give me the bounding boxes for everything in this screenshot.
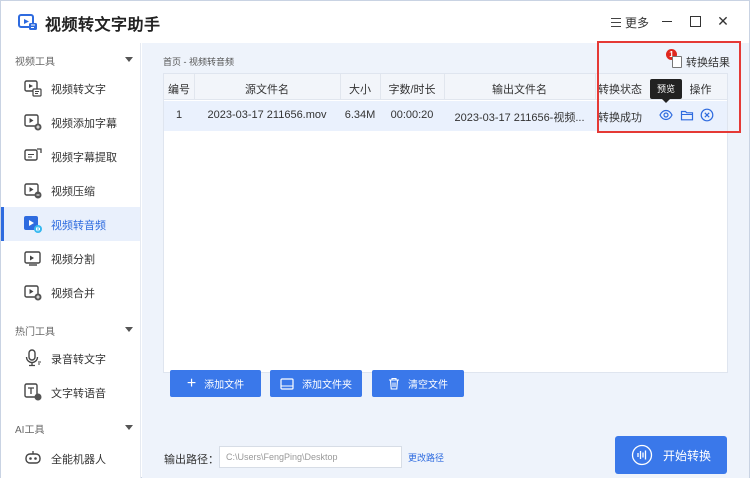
video-to-audio-icon <box>24 216 42 233</box>
cell-source-file: 2023-03-17 211656.mov <box>207 109 327 121</box>
sidebar-item-label: 文字转语音 <box>51 388 106 400</box>
minimize-button[interactable] <box>658 12 676 30</box>
sidebar-item-compress[interactable]: 视频压缩 <box>1 173 140 207</box>
document-icon <box>672 56 682 68</box>
trash-icon <box>389 377 399 390</box>
sidebar-item-robot[interactable]: 全能机器人 <box>1 441 140 475</box>
cell-status: 转换成功 <box>598 112 642 124</box>
sidebar-section-video-tools[interactable]: 视频工具 <box>1 47 141 71</box>
start-conversion-button[interactable]: 开始转换 <box>615 436 727 474</box>
section-label: 视频工具 <box>15 57 55 68</box>
robot-icon <box>25 451 41 464</box>
title-bar: 视频转文字助手 更多 ✕ <box>1 1 749 43</box>
sidebar-item-video-to-audio[interactable]: 视频转音频 <box>1 207 140 241</box>
delete-circle-icon[interactable] <box>700 108 714 122</box>
text-to-speech-icon <box>24 383 42 401</box>
sidebar-item-label: 视频合并 <box>51 288 95 300</box>
table-row[interactable]: 1 2023-03-17 211656.mov 6.34M 00:00:20 2… <box>164 101 727 131</box>
open-folder-icon[interactable] <box>680 108 694 122</box>
close-button[interactable]: ✕ <box>714 12 732 30</box>
output-path-label: 输出路径： <box>164 454 219 466</box>
section-label: AI工具 <box>15 425 45 436</box>
breadcrumb: 首页 - 视频转音频 <box>163 57 234 67</box>
caret-down-icon <box>125 57 133 62</box>
app-title: 视频转文字助手 <box>45 17 161 34</box>
sidebar-item-label: 录音转文字 <box>51 354 106 366</box>
add-subtitle-icon <box>24 114 42 131</box>
sidebar-item-label: 视频转文字 <box>51 84 106 96</box>
app-logo-icon <box>18 14 37 30</box>
split-icon <box>24 251 41 266</box>
conversion-result-button[interactable]: 转换结果 <box>672 54 730 70</box>
result-label: 转换结果 <box>686 57 730 69</box>
more-label: 更多 <box>625 16 650 30</box>
cell-output-file: 2023-03-17 211656-视频... <box>454 112 585 124</box>
merge-icon <box>24 285 42 301</box>
close-icon: ✕ <box>717 13 729 29</box>
compress-icon <box>24 183 42 199</box>
sidebar-item-label: 视频字幕提取 <box>51 152 117 164</box>
main-panel: 首页 - 视频转音频 1 转换结果 编号 源文件名 大小 字数/时长 输出文件名… <box>142 43 749 478</box>
clear-files-label: 清空文件 <box>408 380 448 391</box>
preview-eye-icon[interactable] <box>659 108 673 122</box>
sidebar-item-merge[interactable]: 视频合并 <box>1 275 140 309</box>
more-menu-button[interactable]: 更多 <box>611 14 649 31</box>
column-header: 转换状态 <box>598 84 642 96</box>
sidebar-item-label: 视频压缩 <box>51 186 95 198</box>
column-header: 输出文件名 <box>492 84 547 96</box>
sidebar: 视频工具 视频转文字 视频添加字幕 视频字幕提取 视频压缩 视频转音频 视频分割 <box>1 43 141 478</box>
add-file-label: 添加文件 <box>204 380 245 391</box>
app-window: 视频转文字助手 更多 ✕ 视频工具 视频转文字 视频添加字幕 视频字幕提取 视频… <box>0 0 750 478</box>
add-folder-label: 添加文件夹 <box>302 380 352 391</box>
column-header: 大小 <box>349 84 371 96</box>
sidebar-item-label: 视频分割 <box>51 254 95 266</box>
sidebar-item-split[interactable]: 视频分割 <box>1 241 140 275</box>
sidebar-item-label: 视频添加字幕 <box>51 118 117 130</box>
extract-subtitle-icon <box>24 148 42 161</box>
microphone-icon <box>25 349 41 367</box>
sidebar-item-text-to-speech[interactable]: 文字转语音 <box>1 375 140 409</box>
cell-index: 1 <box>175 109 183 121</box>
sidebar-item-recording-to-text[interactable]: 录音转文字 <box>1 341 140 375</box>
column-header: 字数/时长 <box>388 84 436 96</box>
cell-size: 6.34M <box>344 109 376 121</box>
cell-duration: 00:00:20 <box>390 109 434 121</box>
preview-tooltip: 预览 <box>650 79 682 103</box>
file-table: 编号 源文件名 大小 字数/时长 输出文件名 转换状态 操作 1 2023-03… <box>163 73 728 397</box>
maximize-button[interactable] <box>686 12 704 30</box>
sidebar-item-label: 视频转音频 <box>51 220 106 232</box>
caret-down-icon <box>125 425 133 430</box>
audio-wave-icon <box>631 444 653 466</box>
add-folder-button[interactable]: 添加文件夹 <box>270 370 362 397</box>
plus-icon: + <box>186 374 197 392</box>
change-path-link[interactable]: 更改路径 <box>408 451 444 464</box>
sidebar-section-hot-tools[interactable]: 热门工具 <box>1 317 141 341</box>
caret-down-icon <box>125 327 133 332</box>
output-path-input[interactable] <box>219 446 402 468</box>
sidebar-item-label: 全能机器人 <box>51 454 106 466</box>
add-file-button[interactable]: + 添加文件 <box>170 370 261 397</box>
sidebar-item-add-subtitle[interactable]: 视频添加字幕 <box>1 105 140 139</box>
clear-files-button[interactable]: 清空文件 <box>372 370 464 397</box>
column-header: 编号 <box>168 84 190 96</box>
sidebar-item-extract-subtitle[interactable]: 视频字幕提取 <box>1 139 140 173</box>
section-label: 热门工具 <box>15 327 55 338</box>
video-to-text-icon <box>24 80 42 97</box>
column-header: 源文件名 <box>245 84 289 96</box>
sidebar-item-video-to-text[interactable]: 视频转文字 <box>1 71 140 105</box>
menu-icon <box>611 18 621 27</box>
table-header: 编号 源文件名 大小 字数/时长 输出文件名 转换状态 操作 <box>164 74 727 100</box>
sidebar-section-ai-tools[interactable]: AI工具 <box>1 415 141 439</box>
start-label: 开始转换 <box>662 448 711 463</box>
folder-icon <box>280 377 294 390</box>
